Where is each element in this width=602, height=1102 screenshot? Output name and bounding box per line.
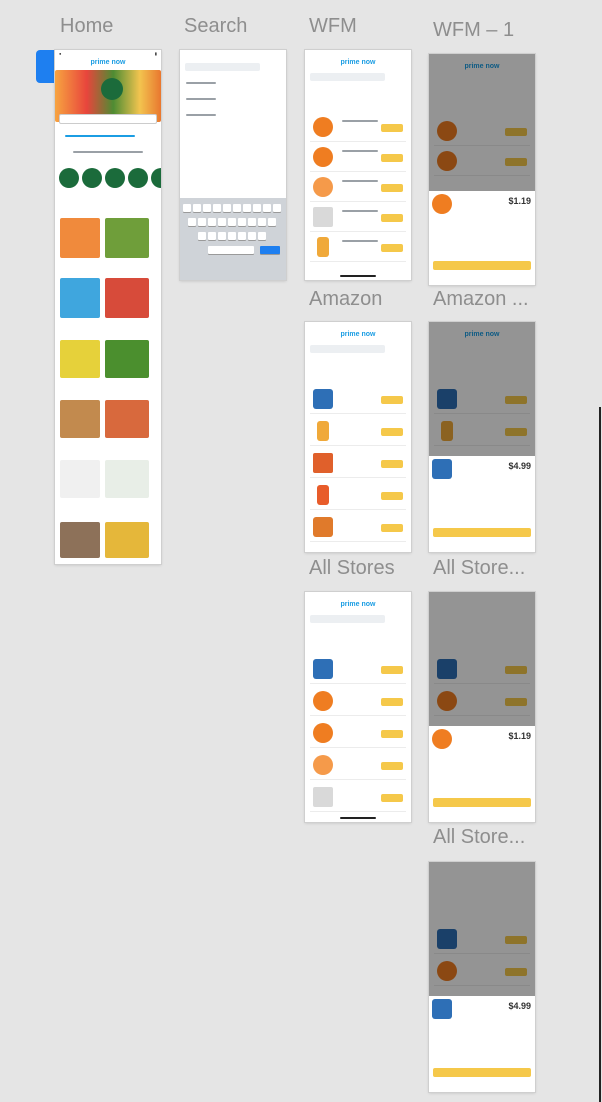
search-input[interactable] [185,63,260,71]
add-to-cart-button[interactable] [433,1068,531,1077]
product-tile[interactable] [105,460,149,498]
quantity-popup[interactable]: $1.19 [429,191,535,285]
frame-label-search[interactable]: Search [184,15,247,38]
product-tile[interactable] [105,522,149,558]
suggestion-item[interactable] [186,98,216,100]
product-tile[interactable] [105,218,149,258]
add-button[interactable] [381,244,403,252]
delivery-row[interactable] [65,135,135,137]
suggestion-item[interactable] [186,114,216,116]
add-button[interactable] [381,794,403,802]
whole-foods-badge [101,78,123,100]
nav-bar: prime now [305,600,411,612]
quantity-popup[interactable]: $1.19 [429,726,535,822]
add-to-cart-button[interactable] [433,798,531,807]
category-icon[interactable] [105,168,125,188]
add-to-cart-button[interactable] [433,261,531,270]
artboard-wfm[interactable]: prime now [305,50,411,280]
selection-indicator [36,50,55,83]
artboard-amazon-2[interactable]: prime now $4.99 [429,322,535,552]
frame-label-amazon-2[interactable]: Amazon ... [433,288,529,311]
artboard-all-stores-2[interactable]: $1.19 [429,592,535,822]
status-bar [305,50,411,57]
app-logo: prime now [90,59,126,66]
canvas-edge [599,407,601,1102]
add-button[interactable] [381,492,403,500]
quantity-popup[interactable]: $4.99 [429,456,535,552]
app-logo: prime now [340,331,376,338]
product-tile[interactable] [60,278,100,318]
add-button[interactable] [381,124,403,132]
suggestion-item[interactable] [186,82,216,84]
search-input[interactable] [310,345,385,353]
frame-label-all-stores-2[interactable]: All Store... [433,557,525,580]
product-tile[interactable] [105,400,149,438]
popup-price: $1.19 [508,731,531,741]
quantity-popup[interactable]: $4.99 [429,996,535,1092]
category-icon[interactable] [59,168,79,188]
product-tile[interactable] [60,460,100,498]
artboard-search[interactable] [180,50,286,280]
add-button[interactable] [381,460,403,468]
modal-backdrop[interactable] [429,322,535,456]
artboard-all-stores-3[interactable]: $4.99 [429,862,535,1092]
artboard-all-stores[interactable]: prime now [305,592,411,822]
modal-backdrop[interactable] [429,592,535,726]
app-logo: prime now [340,59,376,66]
nav-bar: prime now [55,58,161,70]
search-input[interactable] [59,114,157,124]
add-button[interactable] [381,762,403,770]
product-tile[interactable] [60,340,100,378]
product-tile[interactable] [60,522,100,558]
add-button[interactable] [381,524,403,532]
frame-label-amazon[interactable]: Amazon [309,288,382,311]
search-input[interactable] [310,615,385,623]
popup-price: $4.99 [508,461,531,471]
status-bar [180,50,286,57]
popup-price: $1.19 [508,196,531,206]
frame-label-home[interactable]: Home [60,15,113,38]
popup-price: $4.99 [508,1001,531,1011]
status-bar: ● ▮ [59,51,157,56]
frame-label-wfm[interactable]: WFM [309,15,357,38]
artboard-amazon[interactable]: prime now [305,322,411,552]
nav-bar: prime now [305,330,411,342]
modal-backdrop[interactable] [429,54,535,191]
artboard-home[interactable]: ● ▮ prime now [55,50,161,564]
product-tile[interactable] [105,340,149,378]
add-button[interactable] [381,154,403,162]
add-button[interactable] [381,428,403,436]
product-tile[interactable] [60,400,100,438]
category-icon[interactable] [82,168,102,188]
frame-label-all-stores-3[interactable]: All Store... [433,826,525,849]
add-button[interactable] [381,666,403,674]
modal-backdrop[interactable] [429,862,535,996]
add-button[interactable] [381,184,403,192]
frame-label-all-stores[interactable]: All Stores [309,557,395,580]
product-tile[interactable] [60,218,100,258]
add-to-cart-button[interactable] [433,528,531,537]
add-button[interactable] [381,698,403,706]
add-button[interactable] [381,396,403,404]
delivery-hours [73,151,143,153]
category-icon[interactable] [151,168,161,188]
frame-label-wfm-1[interactable]: WFM – 1 [433,19,514,42]
product-tile[interactable] [105,278,149,318]
artboard-wfm-1[interactable]: prime now $1.19 [429,54,535,285]
search-input[interactable] [310,73,385,81]
keyboard[interactable] [180,198,286,280]
category-icon[interactable] [128,168,148,188]
nav-bar: prime now [305,58,411,70]
add-button[interactable] [381,730,403,738]
add-button[interactable] [381,214,403,222]
app-logo: prime now [340,601,376,608]
